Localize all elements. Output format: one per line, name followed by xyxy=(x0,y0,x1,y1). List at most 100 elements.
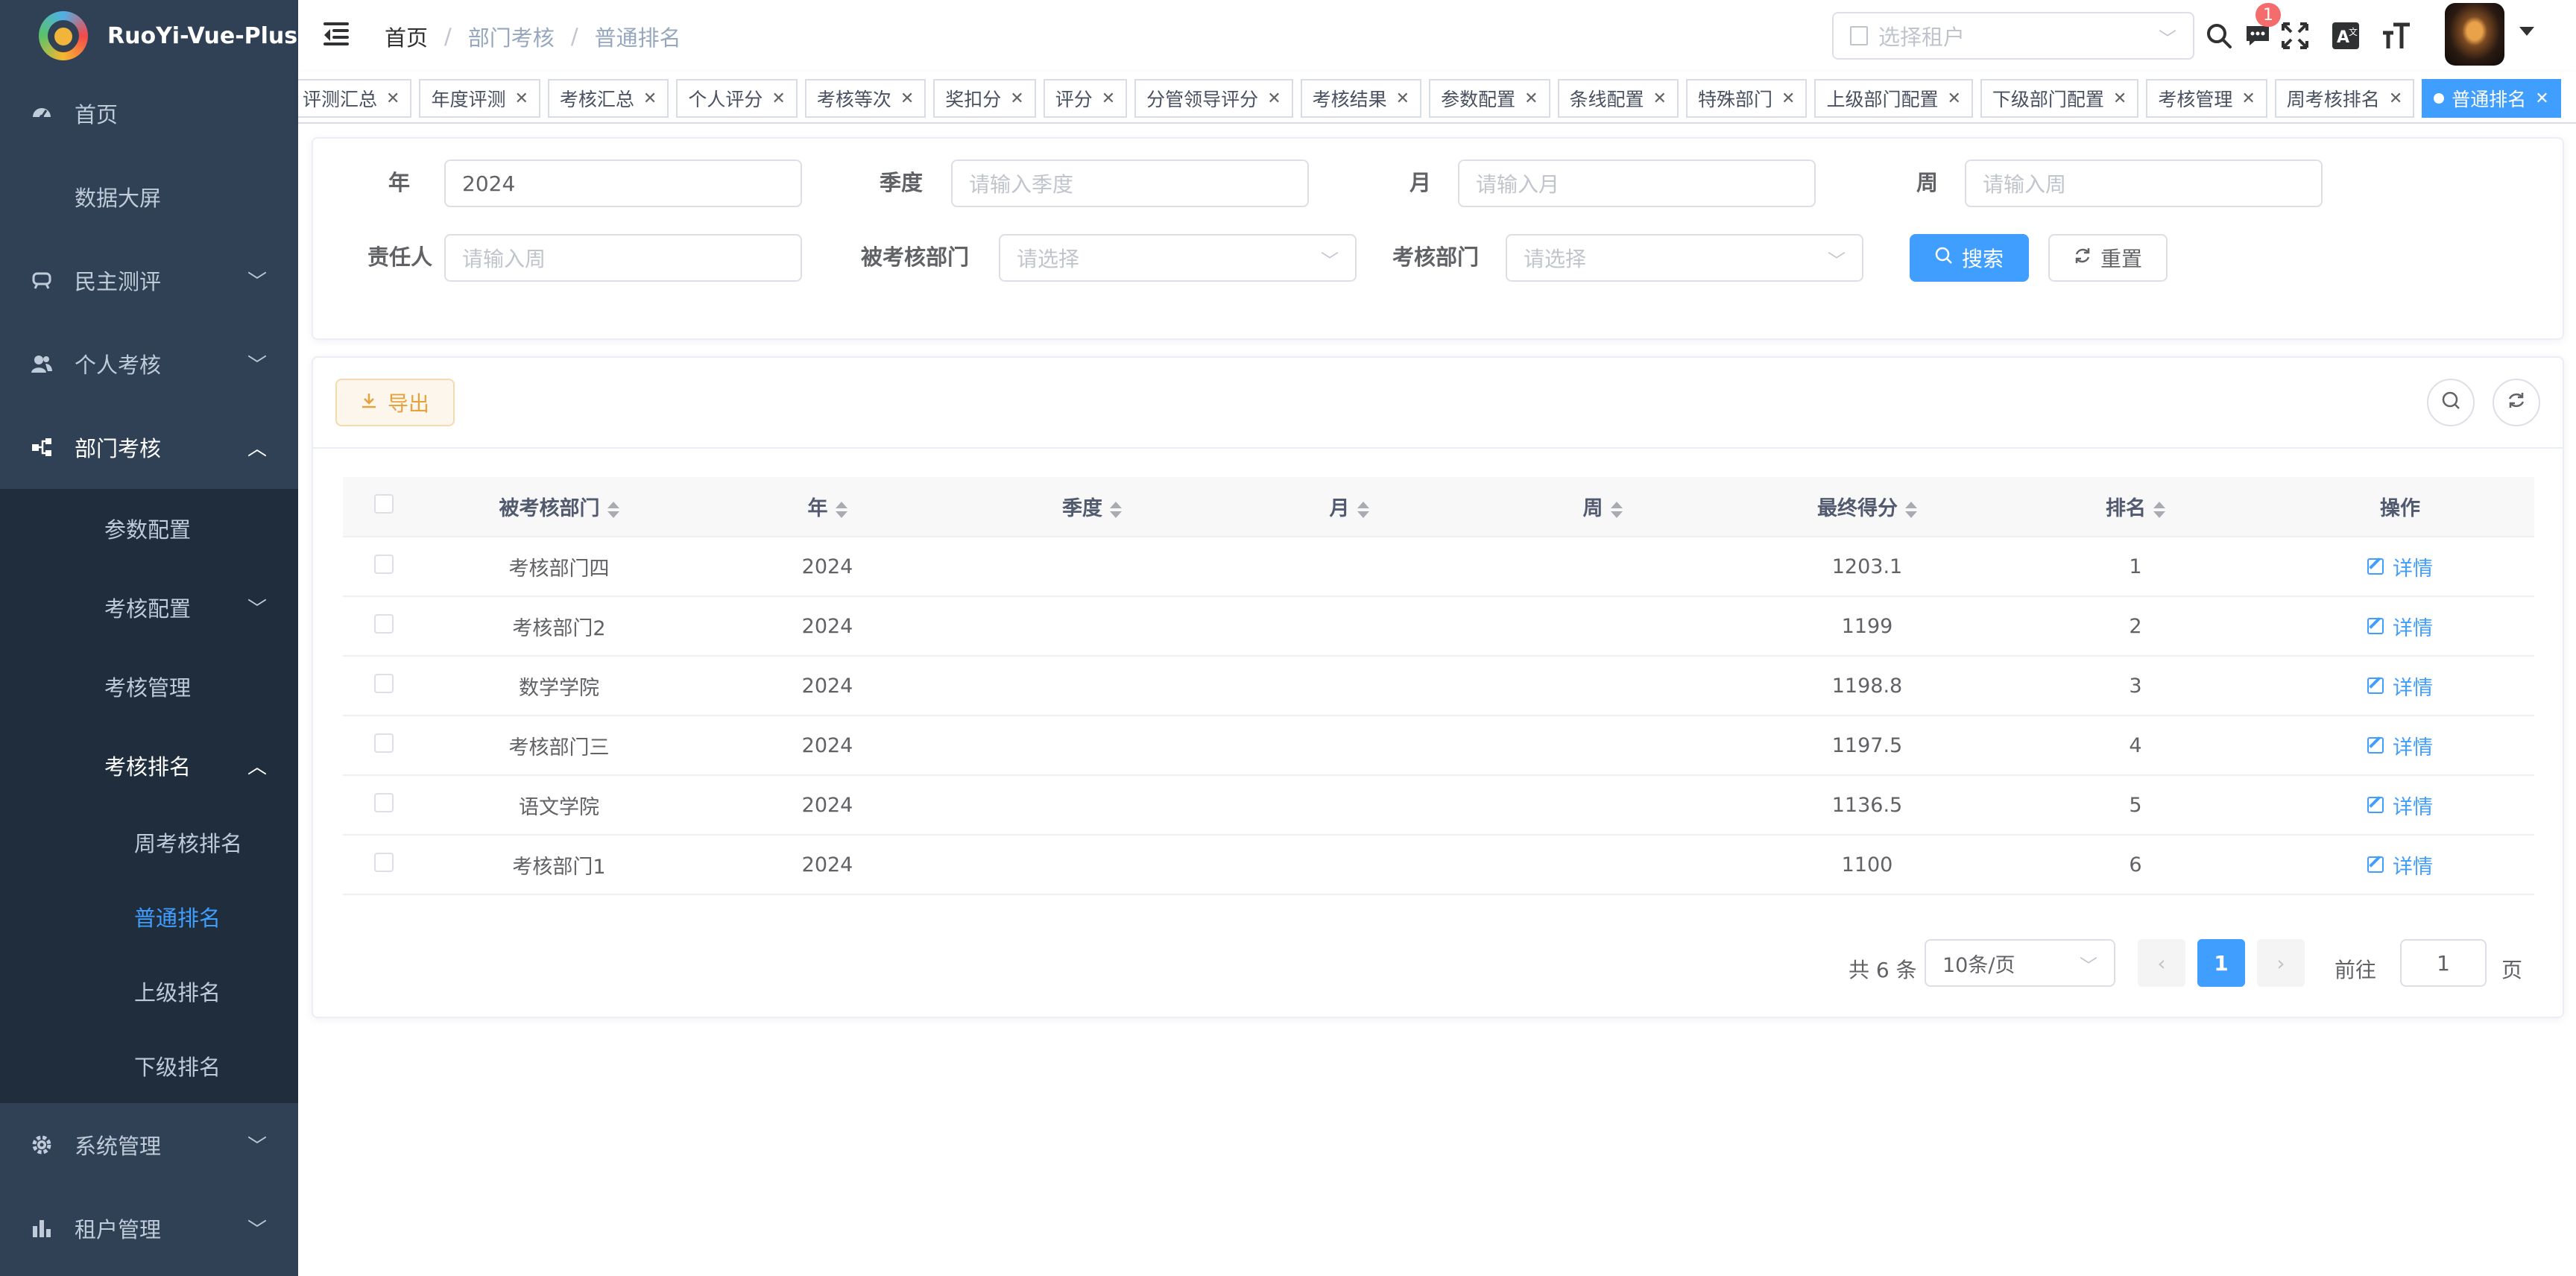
column-header[interactable]: 被考核部门 xyxy=(425,477,693,537)
select-all-checkbox[interactable] xyxy=(374,494,394,514)
tag-item[interactable]: 下级部门配置 ✕ xyxy=(1980,79,2139,118)
sidebar-item-personal-assessment[interactable]: 个人考核 ﹀ xyxy=(0,322,298,405)
year-input[interactable]: 2024 xyxy=(444,160,802,207)
tenant-select[interactable]: 选择租户 ﹀ xyxy=(1832,12,2194,60)
export-button[interactable]: 导出 xyxy=(335,379,455,426)
detail-button[interactable]: 详情 xyxy=(2367,672,2433,701)
font-size-icon[interactable] xyxy=(2379,16,2414,55)
close-icon[interactable]: ✕ xyxy=(1947,89,1960,108)
sort-icon[interactable] xyxy=(607,501,619,518)
sidebar-item-dept-assessment[interactable]: 部门考核 ︿ xyxy=(0,405,298,489)
close-icon[interactable]: ✕ xyxy=(1781,89,1795,108)
tag-item[interactable]: 评分 ✕ xyxy=(1043,79,1128,118)
fullscreen-icon[interactable] xyxy=(2278,16,2312,55)
tag-item[interactable]: 条线配置 ✕ xyxy=(1557,79,1679,118)
sort-icon[interactable] xyxy=(835,501,847,518)
close-icon[interactable]: ✕ xyxy=(386,89,400,108)
close-icon[interactable]: ✕ xyxy=(2241,89,2255,108)
close-icon[interactable]: ✕ xyxy=(514,89,528,108)
tag-item[interactable]: 奖扣分 ✕ xyxy=(933,79,1036,118)
tag-item[interactable]: 考核结果 ✕ xyxy=(1300,79,1422,118)
tag-item[interactable]: 个人评分 ✕ xyxy=(676,79,798,118)
close-icon[interactable]: ✕ xyxy=(1524,89,1538,108)
language-icon[interactable]: A文 xyxy=(2329,16,2363,55)
sidebar-item-system-manage[interactable]: 系统管理 ﹀ xyxy=(0,1103,298,1187)
search-button[interactable]: 搜索 xyxy=(1910,234,2029,282)
tag-active[interactable]: 普通排名 ✕ xyxy=(2422,79,2561,118)
close-icon[interactable]: ✕ xyxy=(2389,89,2402,108)
sidebar-item-upper-ranking[interactable]: 上级排名 xyxy=(0,954,298,1029)
page-number-current[interactable]: 1 xyxy=(2197,939,2245,987)
row-checkbox[interactable] xyxy=(374,673,394,693)
close-icon[interactable]: ✕ xyxy=(1010,89,1023,108)
owner-input[interactable]: 请输入周 xyxy=(444,234,802,282)
row-checkbox[interactable] xyxy=(374,852,394,872)
detail-button[interactable]: 详情 xyxy=(2367,612,2433,641)
dept-select[interactable]: 请选择 ﹀ xyxy=(1506,234,1863,282)
row-checkbox[interactable] xyxy=(374,733,394,753)
close-icon[interactable]: ✕ xyxy=(771,89,785,108)
close-icon[interactable]: ✕ xyxy=(1267,89,1281,108)
column-header[interactable]: 月 xyxy=(1222,477,1476,537)
next-page-button[interactable]: › xyxy=(2257,939,2305,987)
toggle-search-button[interactable] xyxy=(2427,379,2475,426)
close-icon[interactable]: ✕ xyxy=(1396,89,1409,108)
column-header[interactable]: 排名 xyxy=(2005,477,2266,537)
detail-button[interactable]: 详情 xyxy=(2367,791,2433,820)
column-header[interactable]: 年 xyxy=(693,477,962,537)
page-size-select[interactable]: 10条/页 ﹀ xyxy=(1925,939,2115,987)
sidebar-item-lower-ranking[interactable]: 下级排名 xyxy=(0,1029,298,1103)
sort-icon[interactable] xyxy=(1110,501,1122,518)
caret-down-icon[interactable] xyxy=(2519,27,2534,36)
sidebar-item-weekly-ranking[interactable]: 周考核排名 xyxy=(0,805,298,879)
tag-item[interactable]: 考核等次 ✕ xyxy=(804,79,926,118)
sidebar-item-assessment-ranking[interactable]: 考核排名 ︿ xyxy=(0,726,298,805)
quarter-input[interactable]: 请输入季度 xyxy=(951,160,1309,207)
tag-item[interactable]: 周考核排名 ✕ xyxy=(2274,79,2415,118)
breadcrumb-home[interactable]: 首页 xyxy=(385,21,428,52)
column-header[interactable]: 最终得分 xyxy=(1729,477,2005,537)
prev-page-button[interactable]: ‹ xyxy=(2138,939,2185,987)
reset-button[interactable]: 重置 xyxy=(2048,234,2168,282)
search-icon[interactable] xyxy=(2202,16,2236,55)
sidebar-logo[interactable]: RuoYi-Vue-Plus xyxy=(0,0,298,72)
refresh-table-button[interactable] xyxy=(2493,379,2540,426)
avatar[interactable] xyxy=(2445,3,2504,66)
column-header[interactable]: 季度 xyxy=(962,477,1222,537)
sidebar-item-assessment-manage[interactable]: 考核管理 xyxy=(0,647,298,726)
tag-item[interactable]: 上级部门配置 ✕ xyxy=(1814,79,1973,118)
close-icon[interactable]: ✕ xyxy=(2113,89,2127,108)
sidebar-item-assessment-config[interactable]: 考核配置 ﹀ xyxy=(0,568,298,647)
row-checkbox[interactable] xyxy=(374,554,394,574)
detail-button[interactable]: 详情 xyxy=(2367,731,2433,760)
tag-item[interactable]: 年度评测 ✕ xyxy=(419,79,540,118)
hamburger-icon[interactable] xyxy=(323,22,349,45)
close-icon[interactable]: ✕ xyxy=(900,89,914,108)
tag-item[interactable]: 特殊部门 ✕ xyxy=(1685,79,1808,118)
tag-item[interactable]: 评测汇总 ✕ xyxy=(298,79,412,118)
week-input[interactable]: 请输入周 xyxy=(1965,160,2323,207)
row-checkbox[interactable] xyxy=(374,613,394,634)
sort-icon[interactable] xyxy=(2153,501,2165,518)
sidebar-item-param-config[interactable]: 参数配置 xyxy=(0,489,298,568)
detail-button[interactable]: 详情 xyxy=(2367,552,2433,581)
sidebar-item-tenant-manage[interactable]: 租户管理 ﹀ xyxy=(0,1187,298,1270)
target-dept-select[interactable]: 请选择 ﹀ xyxy=(999,234,1357,282)
sidebar-item-home[interactable]: 首页 xyxy=(0,72,298,155)
close-icon[interactable]: ✕ xyxy=(2535,89,2548,108)
sidebar-item-normal-ranking[interactable]: 普通排名 xyxy=(0,879,298,954)
tag-item[interactable]: 考核管理 ✕ xyxy=(2146,79,2267,118)
detail-button[interactable]: 详情 xyxy=(2367,850,2433,879)
close-icon[interactable]: ✕ xyxy=(1102,89,1115,108)
sort-icon[interactable] xyxy=(1905,501,1917,518)
close-icon[interactable]: ✕ xyxy=(1653,89,1667,108)
goto-page-input[interactable]: 1 xyxy=(2400,939,2487,987)
column-header[interactable]: 周 xyxy=(1476,477,1729,537)
sidebar-item-data-screen[interactable]: 数据大屏 xyxy=(0,155,298,239)
month-input[interactable]: 请输入月 xyxy=(1458,160,1816,207)
tag-item[interactable]: 考核汇总 ✕ xyxy=(547,79,669,118)
close-icon[interactable]: ✕ xyxy=(643,89,657,108)
sort-icon[interactable] xyxy=(1610,501,1623,518)
row-checkbox[interactable] xyxy=(374,792,394,812)
sidebar-item-democratic-survey[interactable]: 民主测评 ﹀ xyxy=(0,239,298,322)
